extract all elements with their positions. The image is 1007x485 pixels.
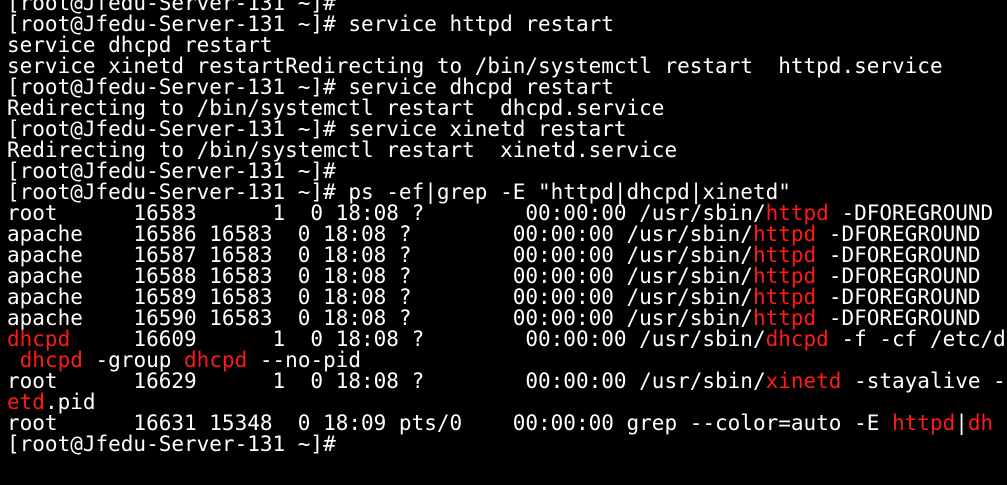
grep-match-text: xinetd: [765, 369, 842, 393]
grep-match-text: dhcpd: [765, 327, 829, 351]
terminal-line: apache 16590 16583 0 18:08 ? 00:00:00 /u…: [7, 308, 1007, 329]
grep-match-text: dh: [967, 411, 994, 435]
terminal-line: etd.pid: [7, 392, 1007, 413]
terminal-text: -f -cf /etc/d: [828, 327, 1006, 351]
terminal-text: [root@Jfedu-Server-131 ~]#: [7, 432, 336, 456]
terminal-line: [root@Jfedu-Server-131 ~]# ps -ef|grep -…: [7, 182, 1007, 203]
terminal-line: service dhcpd restart: [7, 35, 1007, 56]
terminal-line: Redirecting to /bin/systemctl restart xi…: [7, 140, 1007, 161]
terminal-line: Redirecting to /bin/systemctl restart dh…: [7, 98, 1007, 119]
terminal-text: root 16629 1 0 18:08 ? 00:00:00 /usr/sbi…: [7, 369, 766, 393]
terminal-line: dhcpd -group dhcpd --no-pid: [7, 350, 1007, 371]
terminal-line: root 16631 15348 0 18:09 pts/0 00:00:00 …: [7, 413, 1007, 434]
terminal-line: service xinetd restartRedirecting to /bi…: [7, 56, 1007, 77]
terminal-line: apache 16586 16583 0 18:08 ? 00:00:00 /u…: [7, 224, 1007, 245]
terminal-line: [root@Jfedu-Server-131 ~]#: [7, 434, 1007, 455]
terminal-line: [root@Jfedu-Server-131 ~]#: [7, 161, 1007, 182]
terminal-line: apache 16589 16583 0 18:08 ? 00:00:00 /u…: [7, 287, 1007, 308]
terminal-line: root 16629 1 0 18:08 ? 00:00:00 /usr/sbi…: [7, 371, 1007, 392]
terminal-line: root 16583 1 0 18:08 ? 00:00:00 /usr/sbi…: [7, 203, 1007, 224]
terminal-line: [root@Jfedu-Server-131 ~]# service httpd…: [7, 14, 1007, 35]
terminal-line: [root@Jfedu-Server-131 ~]# service xinet…: [7, 119, 1007, 140]
terminal-text: |: [955, 411, 968, 435]
terminal-window[interactable]: [root@Jfedu-Server-131 ~]# [root@Jfedu-Se…: [7, 0, 1007, 485]
grep-match-text: httpd: [892, 411, 956, 435]
terminal-line: apache 16588 16583 0 18:08 ? 00:00:00 /u…: [7, 266, 1007, 287]
terminal-line: apache 16587 16583 0 18:08 ? 00:00:00 /u…: [7, 245, 1007, 266]
terminal-text: -stayalive -: [841, 369, 1006, 393]
terminal-line: dhcpd 16609 1 0 18:08 ? 00:00:00 /usr/sb…: [7, 329, 1007, 350]
terminal-cursor: [336, 435, 348, 454]
terminal-line: [root@Jfedu-Server-131 ~]# service dhcpd…: [7, 77, 1007, 98]
